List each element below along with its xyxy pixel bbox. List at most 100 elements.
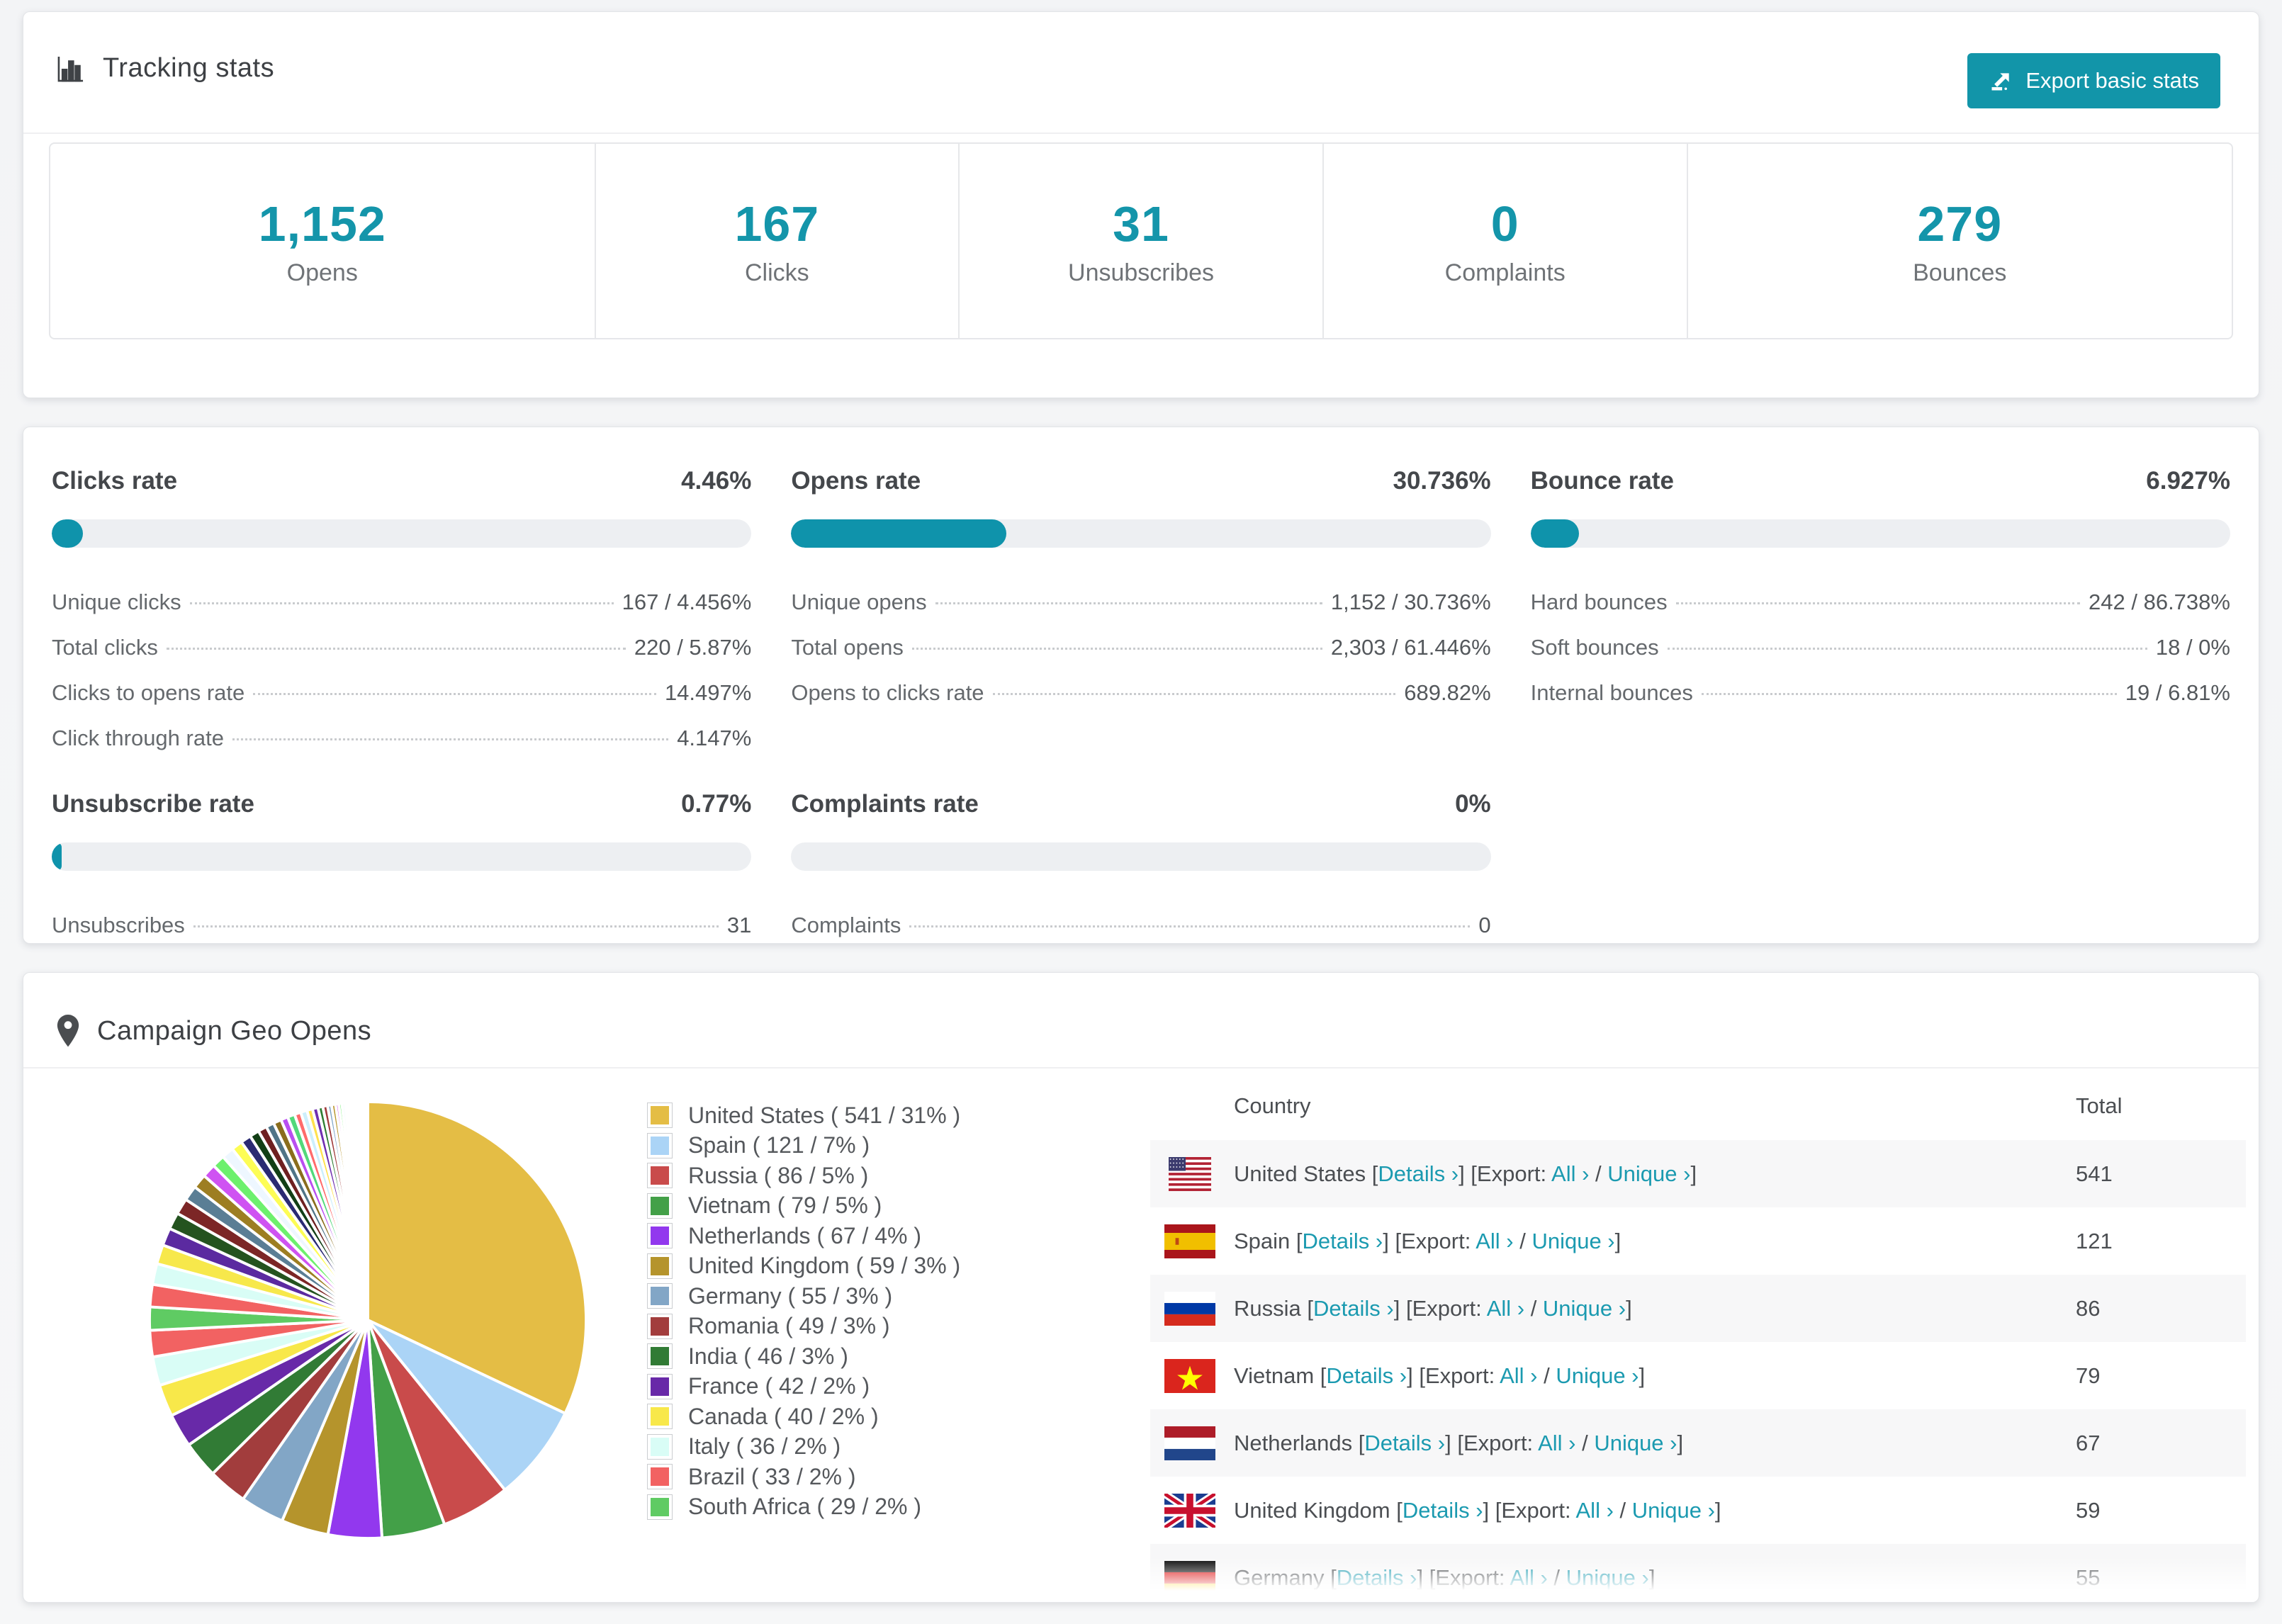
legend-label: Russia ( 86 / 5% ) xyxy=(688,1162,869,1188)
export-all-link[interactable]: All › xyxy=(1476,1229,1513,1253)
progress-bar xyxy=(791,842,1491,871)
export-all-link[interactable]: All › xyxy=(1510,1565,1547,1590)
export-all-link[interactable]: All › xyxy=(1576,1498,1614,1523)
detail-value: 242 / 86.738% xyxy=(2089,590,2230,614)
detail-label: Total opens xyxy=(791,635,904,660)
bracket: [ xyxy=(1295,1228,1303,1253)
country-cell: United States [Details ›] [Export: All ›… xyxy=(1234,1161,2076,1187)
legend-label: United States ( 541 / 31% ) xyxy=(688,1102,961,1128)
export-icon xyxy=(1989,68,2014,94)
details-link[interactable]: Details › xyxy=(1378,1161,1458,1186)
legend-item: Spain ( 121 / 7% ) xyxy=(647,1131,1150,1161)
total-cell: 121 xyxy=(2076,1228,2113,1253)
export-unique-link[interactable]: Unique › xyxy=(1543,1296,1626,1321)
legend-label: Netherlands ( 67 / 4% ) xyxy=(688,1222,922,1248)
flag-ru xyxy=(1164,1291,1215,1326)
country-name: Netherlands xyxy=(1234,1430,1353,1455)
export-unique-link[interactable]: Unique › xyxy=(1556,1363,1639,1388)
table-row-vn: Vietnam [Details ›] [Export: All › / Uni… xyxy=(1150,1342,2246,1409)
geo-table-header: Country Total xyxy=(1150,1072,2246,1140)
slash: / xyxy=(1537,1363,1556,1388)
flag-gb xyxy=(1164,1493,1215,1528)
rate-detail-row: Click through rate 4.147% xyxy=(52,715,751,760)
rate-rows: Unsubscribes 31 xyxy=(52,902,751,947)
rate-block-opens-rate: Opens rate 30.736% Unique opens 1,152 / 30.… xyxy=(791,467,1491,753)
legend-item: Russia ( 86 / 5% ) xyxy=(647,1161,1150,1191)
dotted-leader xyxy=(1667,648,2147,650)
export-unique-link[interactable]: Unique › xyxy=(1594,1431,1677,1455)
export-all-link[interactable]: All › xyxy=(1551,1161,1589,1186)
detail-value: 14.497% xyxy=(664,680,752,705)
export-unique-link[interactable]: Unique › xyxy=(1632,1498,1715,1523)
legend-item: Italy ( 36 / 2% ) xyxy=(647,1432,1150,1462)
export-all-link[interactable]: All › xyxy=(1487,1296,1524,1321)
details-link[interactable]: Details › xyxy=(1337,1565,1417,1590)
legend-item: South Africa ( 29 / 2% ) xyxy=(647,1492,1150,1523)
rates-grid: Clicks rate 4.46% Unique clicks 167 / 4.456… xyxy=(52,467,2230,947)
detail-label: Soft bounces xyxy=(1530,635,1659,660)
table-row-de: Germany [Details ›] [Export: All › / Uni… xyxy=(1150,1544,2246,1602)
details-link[interactable]: Details › xyxy=(1303,1229,1383,1253)
stat-box-bounces: 279 Bounces xyxy=(1686,144,2232,338)
export-all-link[interactable]: All › xyxy=(1538,1431,1575,1455)
export-unique-link[interactable]: Unique › xyxy=(1607,1161,1690,1186)
bracket: ] xyxy=(1639,1363,1646,1388)
legend-label: Italy ( 36 / 2% ) xyxy=(688,1433,841,1460)
details-link[interactable]: Details › xyxy=(1364,1431,1445,1455)
bracket: ] xyxy=(1626,1295,1632,1321)
bracket: ] xyxy=(1417,1564,1429,1590)
geo-table: Country Total United States [Details ›] … xyxy=(1150,1072,2246,1602)
geo-opens-pie-chart xyxy=(147,1100,588,1540)
table-row-es: Spain [Details ›] [Export: All › / Uniqu… xyxy=(1150,1207,2246,1275)
stat-box-opens: 1,152 Opens xyxy=(50,144,595,338)
rate-block-unsubscribe-rate: Unsubscribe rate 0.77% Unsubscribes 31 xyxy=(52,790,752,947)
export-prefix: [Export: xyxy=(1495,1497,1571,1523)
dotted-leader xyxy=(253,693,656,695)
detail-label: Unique clicks xyxy=(52,590,181,614)
stat-label: Unsubscribes xyxy=(1068,259,1214,286)
legend-swatch xyxy=(647,1132,673,1158)
legend-label: Brazil ( 33 / 2% ) xyxy=(688,1463,856,1489)
export-unique-link[interactable]: Unique › xyxy=(1531,1229,1614,1253)
detail-value: 19 / 6.81% xyxy=(2125,680,2230,705)
legend-label: South Africa ( 29 / 2% ) xyxy=(688,1494,922,1520)
detail-label: Click through rate xyxy=(52,726,224,750)
stat-label: Clicks xyxy=(745,259,809,286)
rate-rows: Hard bounces 242 / 86.738% Soft bounces 18 … xyxy=(1531,579,2230,715)
legend-item: Canada ( 40 / 2% ) xyxy=(647,1402,1150,1432)
rate-value: 4.46% xyxy=(681,467,752,495)
legend-item: Romania ( 49 / 3% ) xyxy=(647,1312,1150,1342)
progress-bar-fill xyxy=(52,519,84,548)
legend-swatch xyxy=(647,1253,673,1279)
export-all-link[interactable]: All › xyxy=(1500,1363,1537,1388)
legend-label: United Kingdom ( 59 / 3% ) xyxy=(688,1253,961,1279)
dotted-leader xyxy=(909,925,1471,927)
detail-value: 0 xyxy=(1478,913,1491,937)
export-unique-link[interactable]: Unique › xyxy=(1566,1565,1649,1590)
export-prefix: [Export: xyxy=(1457,1430,1534,1455)
rate-detail-row: Total opens 2,303 / 61.446% xyxy=(791,624,1490,670)
legend-item: United Kingdom ( 59 / 3% ) xyxy=(647,1251,1150,1282)
slash: / xyxy=(1575,1430,1595,1455)
legend-swatch xyxy=(647,1343,673,1370)
legend-item: France ( 42 / 2% ) xyxy=(647,1372,1150,1402)
rate-block-clicks-rate: Clicks rate 4.46% Unique clicks 167 / 4.456… xyxy=(52,467,752,753)
bracket: ] xyxy=(1714,1497,1721,1523)
total-cell: 541 xyxy=(2076,1161,2113,1186)
detail-label: Total clicks xyxy=(52,635,158,660)
total-cell: 79 xyxy=(2076,1363,2101,1388)
details-link[interactable]: Details › xyxy=(1313,1296,1394,1321)
export-basic-stats-button[interactable]: Export basic stats xyxy=(1967,53,2220,108)
header-divider xyxy=(23,132,2259,134)
country-name: Spain xyxy=(1234,1228,1291,1253)
bracket: ] xyxy=(1445,1430,1458,1455)
bracket: ] xyxy=(1648,1564,1656,1590)
details-link[interactable]: Details › xyxy=(1403,1498,1483,1523)
pie-slice xyxy=(365,1100,369,1321)
rate-detail-row: Unique clicks 167 / 4.456% xyxy=(52,579,751,624)
legend-swatch xyxy=(647,1433,673,1460)
details-link[interactable]: Details › xyxy=(1326,1363,1407,1388)
dotted-leader xyxy=(189,602,614,604)
legend-swatch xyxy=(647,1494,673,1520)
progress-bar xyxy=(52,519,752,548)
